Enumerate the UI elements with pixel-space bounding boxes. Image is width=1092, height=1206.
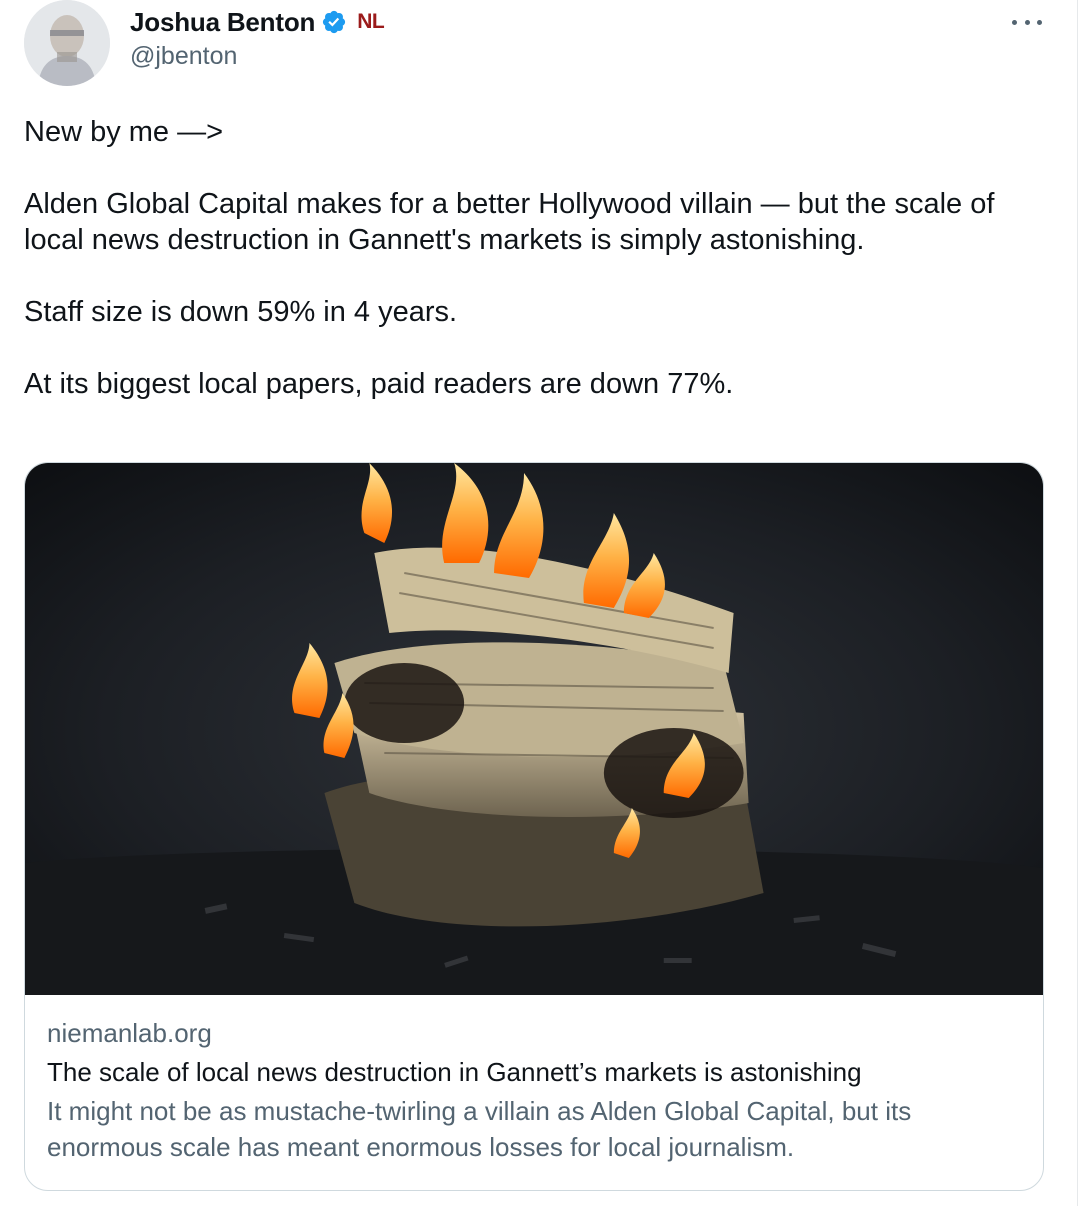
more-dot — [1012, 19, 1017, 25]
affiliate-badge[interactable]: NL — [357, 10, 385, 34]
user-avatar-icon — [24, 0, 110, 86]
link-card-body: niemanlab.org The scale of local news de… — [25, 995, 1043, 1165]
link-card-description: It might not be as mustache-twirling a v… — [47, 1096, 912, 1162]
more-dot — [1024, 19, 1030, 25]
author-name-row: Joshua Benton NL — [130, 4, 385, 40]
burning-newspapers-image[interactable] — [25, 463, 1043, 995]
author-display-name[interactable]: Joshua Benton — [130, 7, 315, 38]
author-handle[interactable]: @jbenton — [130, 42, 237, 71]
tweet-text: New by me —> Alden Global Capital makes … — [24, 116, 995, 400]
link-card-domain: niemanlab.org — [47, 1018, 212, 1048]
more-options-icon[interactable] — [1012, 8, 1042, 36]
link-card[interactable]: niemanlab.org The scale of local news de… — [24, 462, 1044, 1191]
avatar[interactable] — [24, 0, 110, 86]
verified-badge-icon[interactable] — [321, 9, 347, 35]
timeline-divider — [1077, 0, 1078, 1206]
more-dot — [1037, 19, 1042, 25]
link-card-title[interactable]: The scale of local news destruction in G… — [47, 1055, 1021, 1089]
